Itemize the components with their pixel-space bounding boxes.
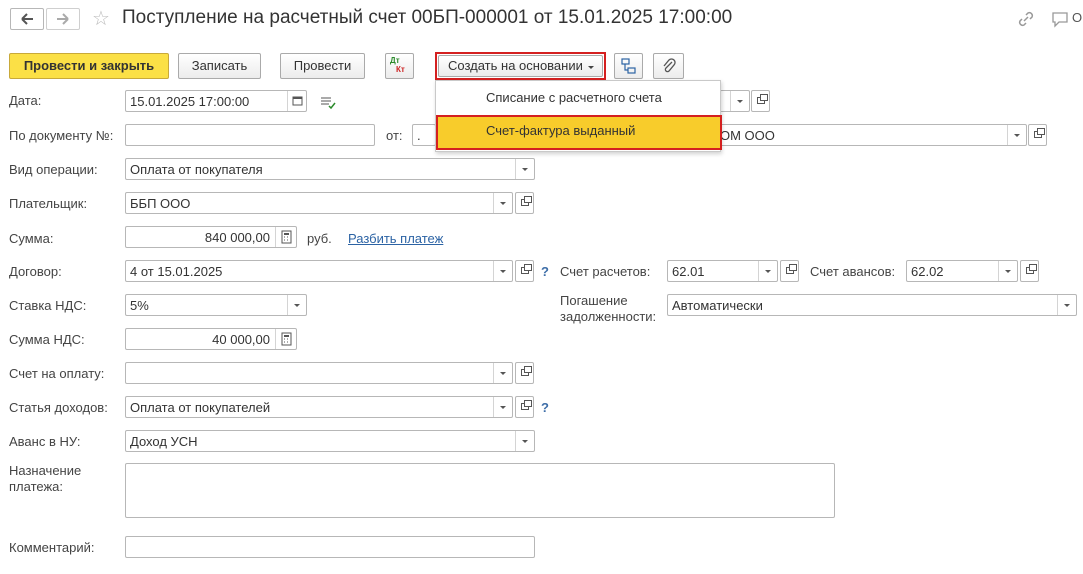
contract-help-icon[interactable]: ? xyxy=(541,264,549,279)
contract-label: Договор: xyxy=(9,264,62,279)
debt-label-2: задолженности: xyxy=(560,309,657,324)
menu-item-invoice-highlighted[interactable]: Счет-фактура выданный xyxy=(436,115,722,150)
arrow-left-icon xyxy=(21,13,33,25)
dropdown-arrow-icon[interactable] xyxy=(493,363,512,383)
advance-account-field[interactable]: 62.02 xyxy=(906,260,1018,282)
doc-no-label: По документу №: xyxy=(9,128,114,143)
dropdown-arrow-icon[interactable] xyxy=(998,261,1017,281)
sum-label: Сумма: xyxy=(9,231,54,246)
advance-nu-select[interactable]: Доход УСН xyxy=(125,430,535,452)
dt-kt-button[interactable]: Дт Кт xyxy=(385,53,414,79)
dropdown-arrow-icon[interactable] xyxy=(730,91,749,111)
dropdown-arrow-icon[interactable] xyxy=(1057,295,1076,315)
settle-account-field[interactable]: 62.01 xyxy=(667,260,778,282)
create-based-button[interactable]: Создать на основании xyxy=(438,55,603,77)
star-icon[interactable]: ☆ xyxy=(92,6,110,31)
post-button[interactable]: Провести xyxy=(280,53,365,79)
chevron-down-icon xyxy=(588,66,594,69)
forward-button[interactable] xyxy=(46,8,80,30)
debt-label-1: Погашение xyxy=(560,293,628,308)
payer-field[interactable]: ББП ООО xyxy=(125,192,513,214)
dropdown-arrow-icon[interactable] xyxy=(493,261,512,281)
purpose-label-2: платежа: xyxy=(9,479,63,494)
debt-repayment-select[interactable]: Автоматически xyxy=(667,294,1077,316)
purpose-textarea[interactable] xyxy=(125,463,835,518)
dt-kt-icon: Дт Кт xyxy=(390,56,405,74)
op-type-select[interactable]: Оплата от покупателя xyxy=(125,158,535,180)
doc-list-icon[interactable] xyxy=(319,95,337,111)
open-icon xyxy=(757,94,768,104)
arrow-right-icon xyxy=(57,13,69,25)
income-item-help-icon[interactable]: ? xyxy=(541,400,549,415)
contract-open-button[interactable] xyxy=(515,260,534,282)
dropdown-arrow-icon[interactable] xyxy=(758,261,777,281)
account-open-button[interactable] xyxy=(751,90,770,112)
doc-date-input[interactable]: . xyxy=(412,124,436,146)
payer-open-button[interactable] xyxy=(515,192,534,214)
payer-label: Плательщик: xyxy=(9,196,88,211)
post-and-close-button[interactable]: Провести и закрыть xyxy=(9,53,169,79)
menu-item-invoice-label: Счет-фактура выданный xyxy=(486,123,636,138)
income-item-open-button[interactable] xyxy=(515,396,534,418)
comment-icon[interactable] xyxy=(1050,9,1070,29)
link-icon[interactable] xyxy=(1016,9,1036,29)
sum-input[interactable]: 840 000,00 xyxy=(125,226,297,248)
comment-label: Комментарий: xyxy=(9,540,95,555)
vat-rate-select[interactable]: 5% xyxy=(125,294,307,316)
contract-field[interactable]: 4 от 15.01.2025 xyxy=(125,260,513,282)
dropdown-arrow-icon[interactable] xyxy=(515,431,534,451)
vat-sum-label: Сумма НДС: xyxy=(9,332,85,347)
structure-button[interactable] xyxy=(614,53,643,79)
dropdown-arrow-icon[interactable] xyxy=(1007,125,1026,145)
account-field[interactable] xyxy=(720,90,750,112)
create-based-menu: Списание с расчетного счета Счет-фактура… xyxy=(435,80,722,152)
vat-rate-label: Ставка НДС: xyxy=(9,298,87,313)
calendar-icon[interactable] xyxy=(287,91,306,111)
vat-sum-input[interactable]: 40 000,00 xyxy=(125,328,297,350)
open-icon xyxy=(786,264,797,274)
advance-account-open-button[interactable] xyxy=(1020,260,1039,282)
income-item-field[interactable]: Оплата от покупателей xyxy=(125,396,513,418)
open-icon xyxy=(521,366,532,376)
settle-account-label: Счет расчетов: xyxy=(560,264,651,279)
open-icon xyxy=(1026,264,1037,274)
open-icon xyxy=(521,264,532,274)
invoice-open-button[interactable] xyxy=(515,362,534,384)
income-item-label: Статья доходов: xyxy=(9,400,108,415)
paperclip-icon xyxy=(663,58,676,73)
date-label: Дата: xyxy=(9,93,42,108)
open-icon xyxy=(1034,128,1045,138)
comment-input[interactable] xyxy=(125,536,535,558)
calculator-icon[interactable] xyxy=(275,329,296,349)
calculator-icon[interactable] xyxy=(275,227,296,247)
date-field[interactable]: 15.01.2025 17:00:00 xyxy=(125,90,307,112)
from-label: от: xyxy=(386,128,403,143)
hierarchy-icon xyxy=(621,58,636,74)
dropdown-arrow-icon[interactable] xyxy=(287,295,306,315)
dropdown-arrow-icon[interactable] xyxy=(493,193,512,213)
save-button[interactable]: Записать xyxy=(178,53,261,79)
op-type-label: Вид операции: xyxy=(9,162,98,177)
invoice-label: Счет на оплату: xyxy=(9,366,105,381)
doc-no-input[interactable] xyxy=(125,124,375,146)
invoice-field[interactable] xyxy=(125,362,513,384)
advance-account-label: Счет авансов: xyxy=(810,264,896,279)
header-right-text: О xyxy=(1072,10,1083,25)
settle-account-open-button[interactable] xyxy=(780,260,799,282)
page-title: Поступление на расчетный счет 00БП-00000… xyxy=(122,7,733,28)
purpose-label-1: Назначение xyxy=(9,463,82,478)
menu-item-write-off[interactable]: Списание с расчетного счета xyxy=(486,90,662,105)
split-payment-link[interactable]: Разбить платеж xyxy=(348,231,443,246)
advance-nu-label: Аванс в НУ: xyxy=(9,434,81,449)
organization-field[interactable]: ОМ ООО xyxy=(720,124,1027,146)
dropdown-arrow-icon[interactable] xyxy=(515,159,534,179)
back-button[interactable] xyxy=(10,8,44,30)
currency-label: руб. xyxy=(307,231,332,246)
open-icon xyxy=(521,196,532,206)
dropdown-arrow-icon[interactable] xyxy=(493,397,512,417)
open-icon xyxy=(521,400,532,410)
organization-open-button[interactable] xyxy=(1028,124,1047,146)
attach-button[interactable] xyxy=(653,53,684,79)
